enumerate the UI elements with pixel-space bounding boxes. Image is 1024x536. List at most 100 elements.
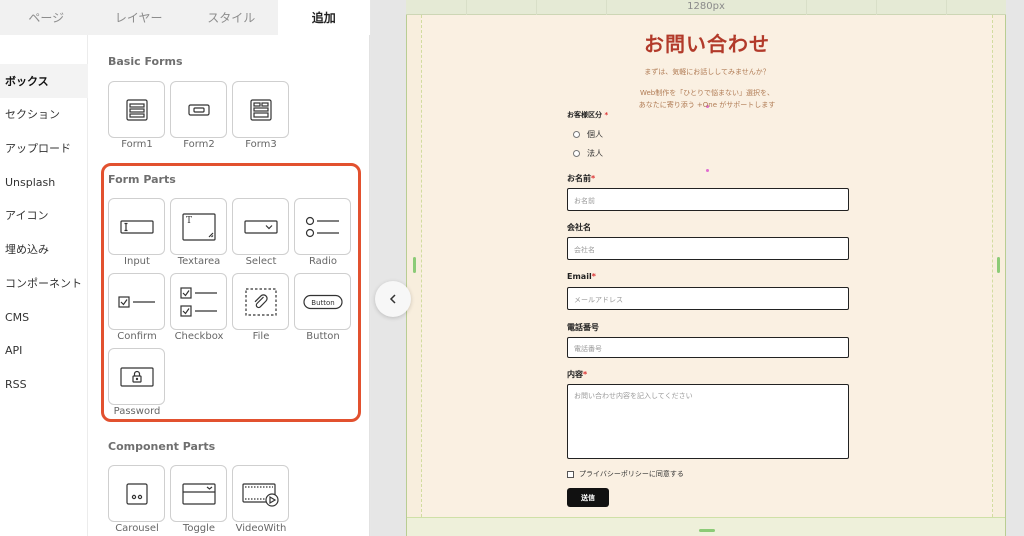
chevron-left-icon	[389, 294, 396, 304]
component-parts-title: Component Parts	[108, 440, 216, 453]
selection-marker	[706, 169, 709, 172]
button-icon-text: Button	[311, 299, 334, 307]
category-rss[interactable]: RSS	[0, 367, 88, 401]
select-item[interactable]	[232, 198, 289, 255]
select-icon	[243, 219, 278, 234]
category-unsplash[interactable]: Unsplash	[0, 165, 88, 199]
company-input[interactable]: 会社名	[567, 237, 849, 260]
textarea-icon: T	[181, 212, 216, 241]
company-label: 会社名	[567, 223, 591, 232]
password-item[interactable]	[108, 348, 165, 405]
input-item[interactable]	[108, 198, 165, 255]
form-subtitle: まずは、気軽にお話ししてみませんか？	[644, 68, 770, 76]
svg-text:T: T	[186, 216, 192, 226]
width-ruler: 1280px	[406, 0, 1006, 15]
privacy-checkbox[interactable]	[567, 470, 574, 478]
video-label: VideoWith	[235, 523, 287, 534]
form1-label: Form1	[121, 139, 153, 150]
form-title: お問い合わせ	[644, 32, 770, 56]
confirm-icon	[117, 295, 155, 308]
textarea-item[interactable]: T	[170, 198, 227, 255]
category-icon[interactable]: アイコン	[0, 198, 88, 232]
confirm-item[interactable]	[108, 273, 165, 330]
name-input[interactable]: お名前	[567, 188, 849, 211]
content-label-text: 内容	[567, 370, 583, 379]
form2-icon	[187, 103, 210, 116]
input-icon	[119, 219, 154, 234]
form-description-line1: Web制作を「ひとりで悩まない」選択を、	[639, 89, 775, 97]
content-textarea[interactable]: お問い合わせ内容を記入してください	[567, 384, 849, 459]
tab-page[interactable]: ページ	[0, 0, 93, 35]
email-input[interactable]: メールアドレス	[567, 287, 849, 310]
select-label: Select	[245, 256, 277, 267]
file-item[interactable]	[232, 273, 289, 330]
radio-individual[interactable]: 個人	[573, 129, 603, 140]
radio-circle[interactable]	[573, 150, 580, 157]
required-mark: *	[591, 174, 596, 183]
form-parts-title: Form Parts	[108, 173, 176, 186]
checkbox-label: Checkbox	[174, 331, 224, 342]
customer-type-label-text: お客様区分	[567, 111, 602, 119]
ruler-label: 1280px	[687, 1, 725, 12]
email-label-text: Email	[567, 272, 592, 281]
category-component[interactable]: コンポーネント	[0, 266, 88, 300]
form-description-line2: あなたに寄り添う +One がサポートします	[638, 101, 776, 109]
carousel-icon	[125, 482, 148, 505]
add-panel: ページ レイヤー スタイル 追加 ボックス セクション アップロード Unspl…	[0, 0, 370, 536]
panel-tabs: ページ レイヤー スタイル 追加	[0, 0, 370, 35]
page-frame[interactable]: お問い合わせ まずは、気軽にお話ししてみませんか？ Web制作を「ひとりで悩まな…	[406, 15, 1006, 536]
required-mark: *	[583, 370, 588, 379]
form3-icon	[249, 98, 272, 121]
phone-input[interactable]: 電話番号	[567, 337, 849, 358]
bottom-resize-strip[interactable]	[407, 517, 1005, 536]
privacy-consent-label: プライバシーポリシーに同意する	[579, 470, 684, 478]
radio-label: Radio	[308, 256, 338, 267]
form3-label: Form3	[245, 139, 277, 150]
category-upload[interactable]: アップロード	[0, 131, 88, 165]
form3-item[interactable]	[232, 81, 289, 138]
carousel-label: Carousel	[115, 523, 159, 534]
submit-button[interactable]: 送信	[567, 488, 609, 507]
form2-item[interactable]	[170, 81, 227, 138]
email-label: Email*	[567, 272, 596, 281]
checkbox-icon	[179, 286, 217, 317]
form2-label: Form2	[183, 139, 215, 150]
form1-item[interactable]	[108, 81, 165, 138]
content-label: 内容*	[567, 369, 587, 380]
category-cms[interactable]: CMS	[0, 300, 88, 334]
bottom-resize-handle[interactable]	[699, 529, 715, 532]
required-mark: *	[604, 111, 609, 119]
privacy-consent[interactable]: プライバシーポリシーに同意する	[567, 469, 684, 479]
carousel-item[interactable]	[108, 465, 165, 522]
tab-style[interactable]: スタイル	[185, 0, 278, 35]
name-label-text: お名前	[567, 174, 591, 183]
radio-icon	[305, 216, 339, 237]
file-label: File	[252, 331, 270, 342]
right-resize-handle[interactable]	[997, 257, 1000, 273]
video-item[interactable]	[232, 465, 289, 522]
basic-forms-title: Basic Forms	[108, 55, 183, 68]
radio-circle[interactable]	[573, 131, 580, 138]
radio-corporate[interactable]: 法人	[573, 148, 603, 159]
button-icon: Button	[302, 294, 343, 309]
collapse-panel-button[interactable]	[375, 281, 411, 317]
phone-label: 電話番号	[567, 323, 599, 332]
checkbox-item[interactable]	[170, 273, 227, 330]
password-label: Password	[113, 406, 161, 417]
file-icon	[244, 287, 277, 316]
category-box[interactable]: ボックス	[0, 64, 88, 98]
radio-item[interactable]	[294, 198, 351, 255]
button-item[interactable]: Button	[294, 273, 351, 330]
video-icon	[241, 482, 279, 507]
form1-icon	[125, 98, 148, 121]
textarea-label: Textarea	[177, 256, 221, 267]
left-resize-handle[interactable]	[413, 257, 416, 273]
tab-layers[interactable]: レイヤー	[93, 0, 186, 35]
category-api[interactable]: API	[0, 333, 88, 367]
toggle-item[interactable]	[170, 465, 227, 522]
radio-corporate-label: 法人	[587, 149, 603, 158]
required-mark: *	[591, 272, 596, 281]
tab-add[interactable]: 追加	[277, 0, 370, 35]
category-embed[interactable]: 埋め込み	[0, 232, 88, 266]
category-section[interactable]: セクション	[0, 97, 88, 131]
